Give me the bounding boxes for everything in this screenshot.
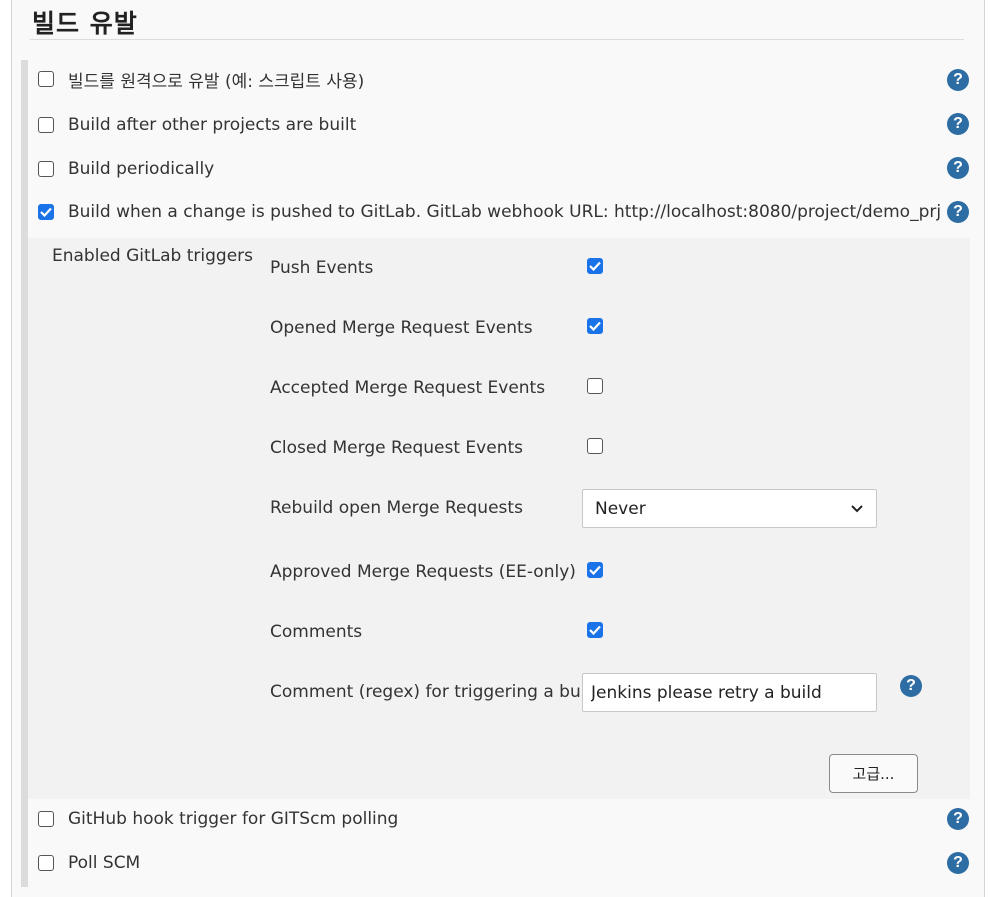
- section-title: 빌드 유발: [32, 9, 138, 38]
- rebuild-open-mr-select[interactable]: Never: [582, 489, 877, 528]
- help-icon[interactable]: ?: [947, 69, 969, 91]
- title-divider: [30, 39, 964, 40]
- push-events-label: Push Events: [270, 258, 374, 278]
- comment-regex-label: Comment (regex) for triggering a build: [270, 682, 601, 702]
- trigger-remote-checkbox[interactable]: [38, 71, 54, 87]
- trigger-gitlab-push[interactable]: Build when a change is pushed to GitLab.…: [38, 198, 941, 226]
- push-events-checkbox[interactable]: [587, 258, 603, 274]
- accepted-mr-events-label: Accepted Merge Request Events: [270, 378, 546, 398]
- approved-mr-label: Approved Merge Requests (EE-only): [270, 562, 576, 582]
- advanced-button[interactable]: 고급...: [829, 754, 918, 793]
- trigger-gitlab-push-label: Build when a change is pushed to GitLab.…: [68, 202, 942, 222]
- trigger-gitlab-push-checkbox[interactable]: [38, 204, 54, 220]
- trigger-after-other-projects[interactable]: Build after other projects are built: [38, 111, 356, 139]
- trigger-periodically-checkbox[interactable]: [38, 161, 54, 177]
- trigger-poll-scm[interactable]: Poll SCM: [38, 849, 140, 877]
- chevron-down-icon: [850, 499, 864, 518]
- closed-mr-events-label: Closed Merge Request Events: [270, 438, 523, 458]
- help-icon[interactable]: ?: [947, 201, 969, 223]
- rebuild-open-mr-label: Rebuild open Merge Requests: [270, 498, 523, 518]
- help-icon[interactable]: ?: [947, 157, 969, 179]
- trigger-github-hook[interactable]: GitHub hook trigger for GITScm polling: [38, 805, 398, 833]
- section-left-bar: [21, 60, 28, 887]
- rebuild-open-mr-value: Never: [595, 498, 646, 519]
- help-icon[interactable]: ?: [947, 113, 969, 135]
- opened-mr-events-label: Opened Merge Request Events: [270, 318, 533, 338]
- trigger-poll-scm-label: Poll SCM: [68, 853, 141, 873]
- trigger-periodically[interactable]: Build periodically: [38, 155, 214, 183]
- opened-mr-events-checkbox[interactable]: [587, 318, 603, 334]
- accepted-mr-events-checkbox[interactable]: [587, 378, 603, 394]
- trigger-periodically-label: Build periodically: [68, 159, 215, 179]
- trigger-remote[interactable]: 빌드를 원격으로 유발 (예: 스크립트 사용): [38, 65, 364, 93]
- approved-mr-checkbox[interactable]: [587, 562, 603, 578]
- help-icon[interactable]: ?: [947, 808, 969, 830]
- trigger-poll-scm-checkbox[interactable]: [38, 855, 54, 871]
- trigger-github-hook-label: GitHub hook trigger for GITScm polling: [68, 809, 399, 829]
- comment-regex-input[interactable]: [582, 673, 877, 712]
- closed-mr-events-checkbox[interactable]: [587, 438, 603, 454]
- comments-label: Comments: [270, 622, 363, 642]
- comments-checkbox[interactable]: [587, 622, 603, 638]
- help-icon[interactable]: ?: [947, 852, 969, 874]
- help-icon[interactable]: ?: [900, 675, 922, 697]
- trigger-remote-label: 빌드를 원격으로 유발 (예: 스크립트 사용): [68, 71, 365, 92]
- gitlab-triggers-title: Enabled GitLab triggers: [52, 246, 254, 266]
- trigger-github-hook-checkbox[interactable]: [38, 811, 54, 827]
- trigger-after-other-projects-label: Build after other projects are built: [68, 115, 357, 135]
- trigger-after-other-projects-checkbox[interactable]: [38, 117, 54, 133]
